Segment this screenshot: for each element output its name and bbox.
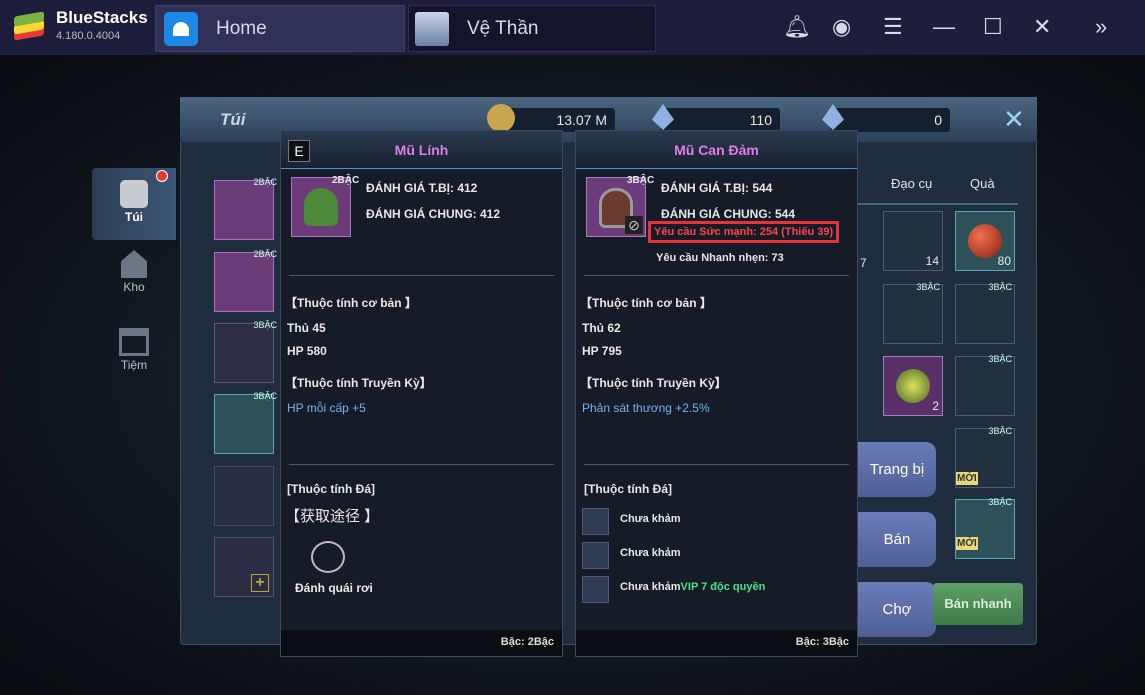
inventory-slot[interactable]: 2BẬC (214, 249, 277, 312)
maximize-icon[interactable]: ☐ (983, 14, 1003, 40)
scroll-icon (311, 541, 345, 573)
section-header: 【Thuộc tính Truyền Kỳ】 (285, 376, 432, 390)
tier-footer: Bậc: 2Bậc (281, 630, 562, 656)
side-tab-label: Tiệm (120, 358, 148, 372)
grid-item[interactable]: 3BẬC MỚI (955, 497, 1015, 559)
tier-footer: Bậc: 3Bậc (576, 630, 857, 656)
stat-line: HP 795 (582, 344, 622, 358)
tab-divider (858, 203, 1018, 205)
tab-game[interactable]: Vệ Thần (408, 5, 656, 52)
grid-item-wing[interactable]: 14 (883, 211, 943, 271)
source-header: 【获取途径 】 (285, 508, 380, 525)
vip-exclusive-label: VIP 7 độc quyền (680, 581, 766, 593)
section-header: 【Thuộc tính cơ bản 】 (285, 296, 417, 310)
warehouse-icon (121, 250, 147, 278)
equipped-item-tooltip: Mũ Lính E 2BẬC ĐÁNH GIÁ T.BỊ: 412 ĐÁNH G… (280, 130, 563, 657)
plus-icon[interactable]: + (251, 574, 269, 592)
quick-sell-button[interactable]: Bán nhanh (933, 583, 1023, 625)
section-header: [Thuộc tính Đá] (287, 482, 375, 496)
section-header: 【Thuộc tính Truyền Kỳ】 (580, 376, 727, 390)
grid-item[interactable]: 3BẬC (883, 282, 943, 344)
item-score: ĐÁNH GIÁ T.BỊ: 412 (366, 181, 478, 195)
bluestacks-logo (12, 11, 46, 42)
socket-label: Chưa khảm (620, 513, 681, 525)
grid-item[interactable]: 3BẬC (955, 282, 1015, 344)
grid-item[interactable]: 2 (883, 356, 943, 416)
tab-label: Home (216, 17, 267, 39)
stat-line: Phản sát thương +2.5% (582, 401, 710, 415)
side-tab-label: Túi (125, 210, 143, 224)
equip-button[interactable]: Trang bị (858, 442, 936, 497)
game-icon (415, 11, 449, 46)
strength-requirement: Yêu cầu Sức mạnh: 254 (Thiếu 39) (648, 221, 840, 243)
stat-line: HP mỗi cấp +5 (287, 401, 366, 415)
fullscreen-close-icon[interactable]: ✕ (1003, 104, 1025, 135)
minimize-icon[interactable]: — (933, 14, 955, 40)
inventory-slot-add[interactable]: + (214, 537, 274, 597)
panel-title: Túi (220, 110, 246, 129)
bound-gem-counter: 110 (660, 108, 780, 132)
socket-label: Chưa khảmVIP 7 độc quyền (620, 581, 766, 593)
bag-icon (120, 180, 148, 208)
side-tab-shop[interactable]: Tiệm (92, 328, 176, 388)
stat-line: Thủ 62 (582, 321, 621, 335)
section-header: [Thuộc tính Đá] (584, 482, 672, 496)
item-title: Mũ Can Đảm (576, 131, 857, 169)
grid-count: 7 (860, 256, 867, 270)
home-icon (164, 11, 198, 46)
notification-dot (156, 170, 168, 182)
gem-socket[interactable] (582, 508, 609, 535)
stat-line: Thủ 45 (287, 321, 326, 335)
market-button[interactable]: Chợ (858, 582, 936, 637)
inventory-slot[interactable]: 3BẬC (214, 391, 277, 454)
shop-icon (119, 328, 149, 356)
close-icon[interactable]: ✕ (1033, 14, 1051, 40)
bell-icon[interactable]: 🔔︎ (783, 14, 811, 40)
grid-item[interactable]: 3BẬC (955, 354, 1015, 416)
total-score: ĐÁNH GIÁ CHUNG: 544 (661, 207, 796, 221)
menu-icon[interactable]: ☰ (883, 14, 903, 40)
socket-label: Chưa khảm (620, 547, 681, 559)
grid-tab-items[interactable]: Đạo cụ (891, 176, 932, 191)
gem-counter: 0 (830, 108, 950, 132)
stat-line: HP 580 (287, 344, 327, 358)
gem-socket[interactable] (582, 576, 609, 603)
grid-item[interactable]: 3BẬC MỚI (955, 426, 1015, 488)
compared-item-tooltip: Mũ Can Đảm ⊘ 3BẬC ĐÁNH GIÁ T.BỊ: 544 ĐÁN… (575, 130, 858, 657)
agility-requirement: Yêu cầu Nhanh nhẹn: 73 (656, 252, 784, 264)
app-name: BlueStacks (56, 8, 148, 27)
sell-button[interactable]: Bán (858, 512, 936, 567)
inventory-slot[interactable]: 3BẬC (214, 320, 277, 383)
title-bar: BlueStacks 4.180.0.4004 Home Vệ Thần 🔔︎ … (0, 0, 1145, 55)
gem-socket[interactable] (582, 542, 609, 569)
total-score: ĐÁNH GIÁ CHUNG: 412 (366, 207, 501, 221)
item-icon: ⊘ (586, 177, 646, 237)
item-title: Mũ Lính (281, 131, 562, 169)
tab-label: Vệ Thần (467, 17, 539, 39)
coin-counter: 13.07 M (500, 108, 615, 132)
side-tab-storage[interactable]: Kho (92, 250, 176, 310)
coin-icon (487, 104, 515, 132)
item-score: ĐÁNH GIÁ T.BỊ: 544 (661, 181, 773, 195)
no-equip-icon: ⊘ (625, 216, 643, 234)
source-item[interactable]: Đánh quái rơi (295, 581, 373, 595)
section-header: 【Thuộc tính cơ bản 】 (580, 296, 712, 310)
grid-item-orb[interactable]: 80 (955, 211, 1015, 271)
side-tab-label: Kho (123, 280, 145, 294)
app-version: 4.180.0.4004 (56, 30, 121, 42)
grid-tab-gifts[interactable]: Quà (970, 176, 995, 191)
tab-home[interactable]: Home (155, 5, 405, 52)
side-tab-bag[interactable]: Túi (92, 168, 176, 240)
equipped-badge: E (288, 140, 310, 162)
inventory-slot-empty[interactable] (214, 466, 274, 526)
account-icon[interactable]: ◉ (832, 14, 851, 40)
inventory-slot[interactable]: 2BẬC (214, 177, 277, 240)
item-icon (291, 177, 351, 237)
expand-icon[interactable]: » (1095, 14, 1107, 40)
